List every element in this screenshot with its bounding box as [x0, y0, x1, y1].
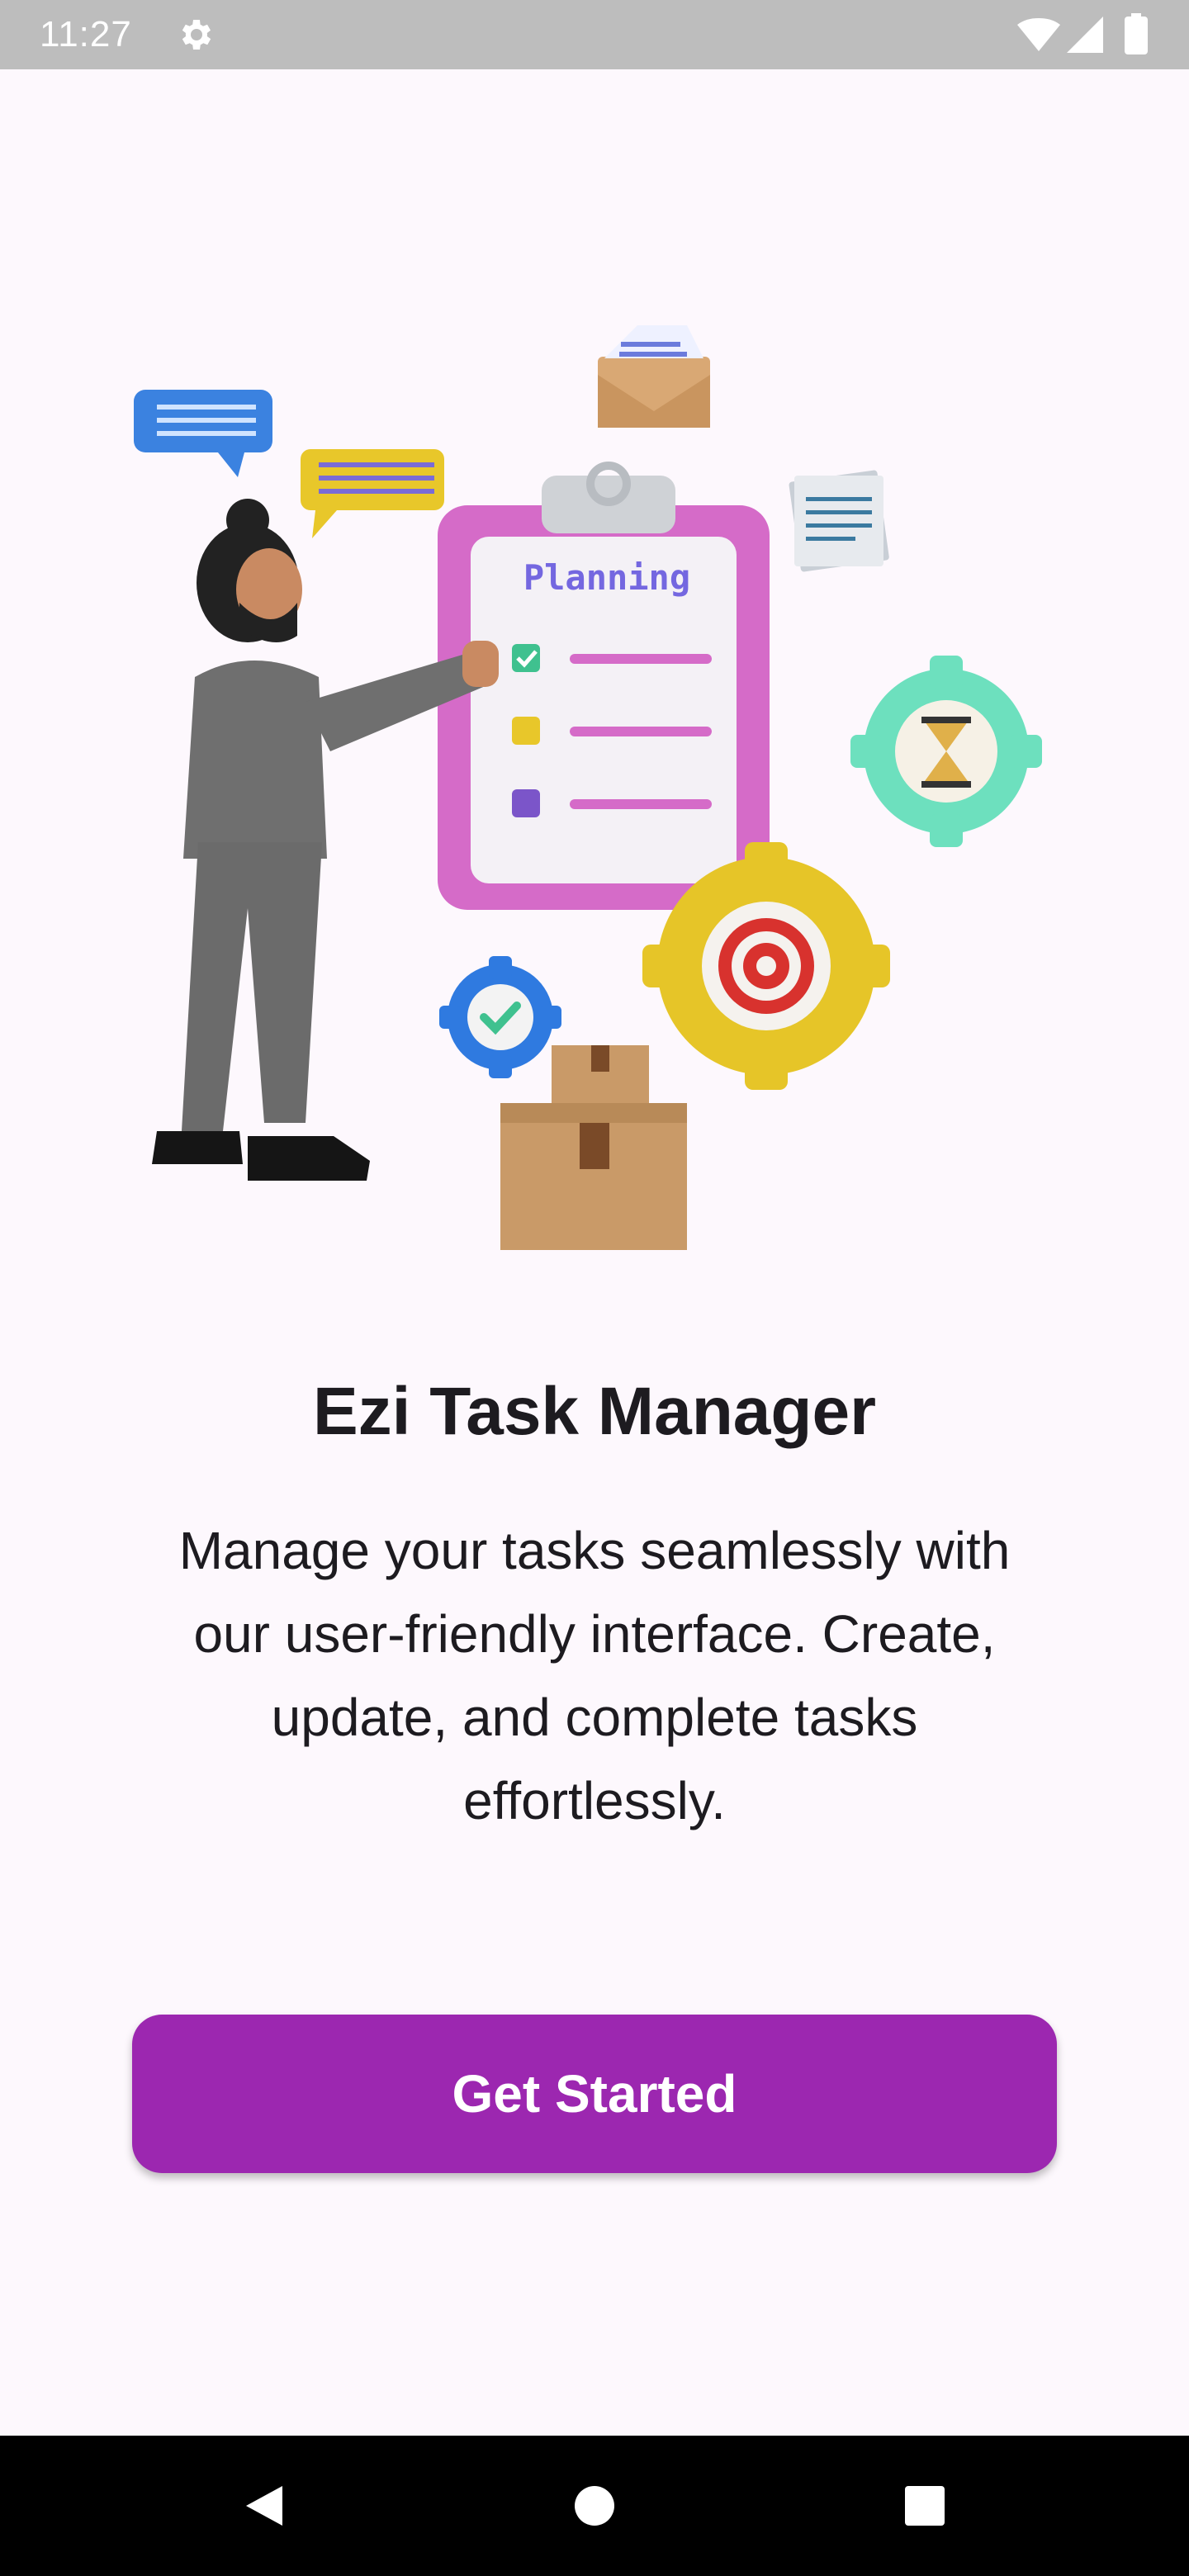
- status-time: 11:27: [40, 14, 132, 54]
- yellow-chat-bubble-icon: [301, 449, 444, 538]
- envelope-icon: [598, 325, 710, 428]
- app-title: Ezi Task Manager: [312, 1374, 877, 1449]
- get-started-button[interactable]: Get Started: [132, 2015, 1057, 2173]
- clipboard-icon: Planning: [438, 462, 770, 910]
- clipboard-heading: Planning: [523, 557, 690, 598]
- status-bar: 11:27: [0, 0, 1189, 69]
- battery-icon: [1125, 13, 1148, 59]
- home-button[interactable]: [512, 2436, 677, 2576]
- recents-icon: [905, 2486, 945, 2526]
- gear-icon: [175, 15, 215, 59]
- wifi-icon: [1017, 17, 1060, 57]
- home-icon: [575, 2486, 614, 2526]
- cardboard-boxes-icon: [500, 1045, 687, 1250]
- blue-chat-bubble-icon: [134, 390, 272, 477]
- recents-button[interactable]: [842, 2436, 1007, 2576]
- back-button[interactable]: [182, 2436, 347, 2576]
- app-description: Manage your tasks seamlessly with our us…: [178, 1521, 1011, 1830]
- signal-icon: [1067, 17, 1103, 57]
- back-icon: [246, 2486, 282, 2526]
- document-stack-icon: [789, 470, 889, 572]
- check-gear-icon: [439, 956, 561, 1078]
- system-nav-bar: [0, 2436, 1189, 2576]
- hero-illustration: Planning: [124, 314, 1065, 1288]
- hourglass-gear-icon: [850, 656, 1042, 847]
